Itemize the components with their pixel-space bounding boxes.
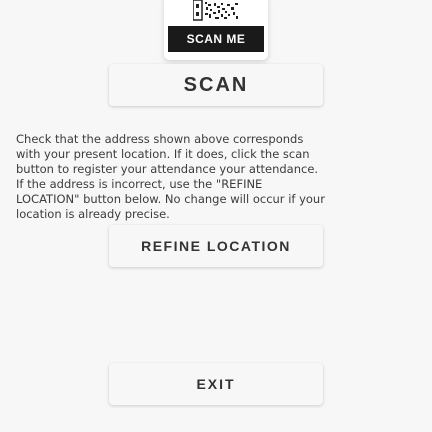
instructions-text: Check that the address shown above corre… [16, 132, 325, 221]
scan-me-label: SCAN ME [168, 26, 264, 52]
qr-code-icon [193, 0, 238, 21]
refine-location-button[interactable]: REFINE LOCATION [109, 225, 323, 267]
qr-scan-badge[interactable]: SCAN ME [164, 0, 268, 60]
scan-button[interactable]: SCAN [109, 64, 323, 106]
exit-button[interactable]: EXIT [109, 363, 323, 405]
